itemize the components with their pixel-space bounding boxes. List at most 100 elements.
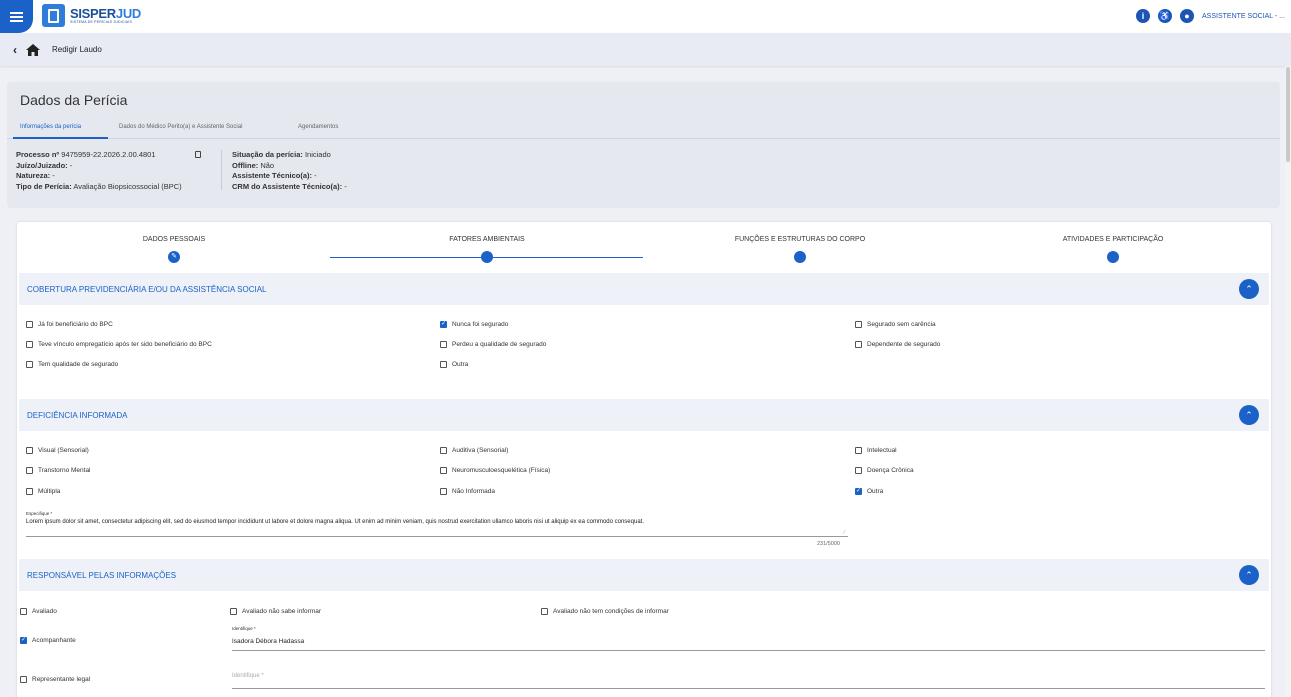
checkbox[interactable] xyxy=(855,341,862,348)
tab-dados-medico[interactable]: Dados do Médico Perito(a) e Assistente S… xyxy=(119,124,242,130)
panel-title: Dados da Perícia xyxy=(20,92,128,108)
checkbox-item[interactable]: Teve vínculo empregatício após ter sido … xyxy=(26,341,212,348)
step-dot-3[interactable] xyxy=(794,251,806,263)
checkbox-label: Outra xyxy=(867,488,884,495)
checkbox-item[interactable]: ✓ Outra xyxy=(855,488,883,495)
step-atividades[interactable]: ATIVIDADES E PARTICIPAÇÃO xyxy=(1013,236,1213,243)
step-dot-4[interactable] xyxy=(1107,251,1119,263)
checkbox[interactable] xyxy=(20,608,27,615)
checkbox-item[interactable]: Não Informada xyxy=(440,488,495,495)
accessibility-icon[interactable]: ♿ xyxy=(1158,9,1173,23)
checkbox[interactable] xyxy=(440,341,447,348)
divider xyxy=(221,150,222,190)
section-title: COBERTURA PREVIDENCIÁRIA E/OU DA ASSISTÊ… xyxy=(27,285,267,294)
checkbox-label: Doença Crônica xyxy=(867,467,914,474)
checkbox-item[interactable]: ✓ Nunca foi segurado xyxy=(440,321,508,328)
checkbox[interactable] xyxy=(541,608,548,615)
app-logo[interactable]: SISPERJUD SISTEMA DE PERÍCIAS JUDICIAIS xyxy=(42,4,141,27)
checkbox-item[interactable]: Avaliado não sabe informar xyxy=(230,608,321,615)
chevron-up-icon: ⌃ xyxy=(1245,283,1253,294)
section-deficiencia-header[interactable]: DEFICIÊNCIA INFORMADA ⌃ xyxy=(19,399,1269,431)
tab-agendamentos[interactable]: Agendamentos xyxy=(298,124,338,130)
checkbox-item[interactable]: Já foi beneficiário do BPC xyxy=(26,321,113,328)
checkbox[interactable] xyxy=(440,361,447,368)
checkbox[interactable] xyxy=(230,608,237,615)
checkbox-item[interactable]: Múltipla xyxy=(26,488,60,495)
collapse-button[interactable]: ⌃ xyxy=(1239,405,1259,425)
checkbox-label: Múltipla xyxy=(38,488,61,495)
info-label: Tipo de Perícia: xyxy=(16,181,72,191)
checkbox-item[interactable]: Perdeu a qualidade de segurado xyxy=(440,341,546,348)
step-dot-2[interactable] xyxy=(481,251,493,263)
scrollbar[interactable] xyxy=(1285,66,1291,697)
checkbox[interactable] xyxy=(26,467,33,474)
info-label: Situação da perícia: xyxy=(232,150,303,159)
checkbox-item[interactable]: Segurado sem carência xyxy=(855,321,936,328)
checkbox-item[interactable]: Intelectual xyxy=(855,447,897,454)
checkbox-item[interactable]: Avaliado não tem condições de informar xyxy=(541,608,669,615)
checkbox-item[interactable]: Auditiva (Sensorial) xyxy=(440,447,508,454)
step-dot-1[interactable]: ✎ xyxy=(168,251,180,263)
checkbox-item[interactable]: Transtorno Mental xyxy=(26,467,91,474)
field-placeholder: Identifique * xyxy=(232,673,264,679)
info-value: Iniciado xyxy=(302,150,331,159)
checkbox[interactable] xyxy=(855,321,862,328)
menu-button[interactable] xyxy=(0,0,33,33)
checkbox-item[interactable]: Representante legal xyxy=(20,676,90,683)
checkbox[interactable] xyxy=(855,467,862,474)
back-icon[interactable]: ‹ xyxy=(13,43,17,57)
info-value: Avaliação Biopsicossocial (BPC) xyxy=(71,181,182,191)
checkbox-item[interactable]: Outra xyxy=(440,361,468,368)
section-cobertura-header[interactable]: COBERTURA PREVIDENCIÁRIA E/OU DA ASSISTÊ… xyxy=(19,273,1269,305)
info-value: 9475959-22.2026.2.00.4801 xyxy=(59,150,156,159)
checkbox[interactable] xyxy=(26,361,33,368)
checkbox[interactable] xyxy=(440,447,447,454)
checkbox[interactable]: ✓ xyxy=(855,488,862,495)
home-icon[interactable] xyxy=(26,43,40,56)
checkbox-label: Auditiva (Sensorial) xyxy=(452,447,509,454)
identifique-input-empty[interactable]: Identifique * xyxy=(232,669,1265,689)
checkbox[interactable] xyxy=(440,467,447,474)
tab-informacoes[interactable]: Informações da perícia xyxy=(20,124,81,130)
checkbox[interactable] xyxy=(440,488,447,495)
copy-icon[interactable] xyxy=(195,151,201,158)
info-value: - xyxy=(312,171,317,180)
checkbox-item[interactable]: Dependente de segurado xyxy=(855,341,940,348)
resize-handle-icon[interactable]: ⟋ xyxy=(842,530,846,536)
section-responsavel-header[interactable]: RESPONSÁVEL PELAS INFORMAÇÕES ⌃ xyxy=(19,559,1269,591)
checkbox[interactable] xyxy=(26,447,33,454)
info-label: Processo nº xyxy=(16,150,60,159)
pencil-icon: ✎ xyxy=(171,253,177,260)
checkbox-item[interactable]: Tem qualidade de segurado xyxy=(26,361,118,368)
step-dados-pessoais[interactable]: DADOS PESSOAIS xyxy=(74,236,274,243)
checkbox-item[interactable]: Doença Crônica xyxy=(855,467,914,474)
checkbox-item[interactable]: Avaliado xyxy=(20,608,57,615)
checkbox[interactable] xyxy=(20,676,27,683)
checkbox-label: Perdeu a qualidade de segurado xyxy=(452,341,547,348)
step-funcoes-estruturas[interactable]: FUNÇÕES E ESTRUTURAS DO CORPO xyxy=(700,236,900,243)
identifique-input[interactable]: Identifique * Isadora Débora Hadassa xyxy=(232,626,1265,651)
checkbox[interactable] xyxy=(26,488,33,495)
info-left: Processo nº 9475959-22.2026.2.00.4801 Ju… xyxy=(16,150,182,192)
info-icon[interactable]: i xyxy=(1136,9,1151,23)
info-label: Assistente Técnico(a): xyxy=(232,171,313,180)
breadcrumb: ‹ Redigir Laudo xyxy=(0,33,1291,66)
user-name[interactable]: ASSISTENTE SOCIAL - ... xyxy=(1202,13,1285,20)
field-label: Especifique * xyxy=(26,511,53,516)
checkbox[interactable] xyxy=(26,321,33,328)
collapse-button[interactable]: ⌃ xyxy=(1239,279,1259,299)
checkbox-item[interactable]: ✓ Acompanhante xyxy=(20,637,76,644)
user-icon[interactable]: ● xyxy=(1180,9,1195,23)
collapse-button[interactable]: ⌃ xyxy=(1239,565,1259,585)
top-bar: SISPERJUD SISTEMA DE PERÍCIAS JUDICIAIS … xyxy=(0,0,1291,33)
checkbox[interactable]: ✓ xyxy=(20,637,27,644)
especifique-textarea[interactable]: Especifique * Lorem ipsum dolor sit amet… xyxy=(26,511,848,537)
checkbox[interactable] xyxy=(26,341,33,348)
checkbox[interactable]: ✓ xyxy=(440,321,447,328)
section-title: RESPONSÁVEL PELAS INFORMAÇÕES xyxy=(27,571,177,580)
step-fatores-ambientais[interactable]: FATORES AMBIENTAIS xyxy=(387,236,587,243)
checkbox-item[interactable]: Visual (Sensorial) xyxy=(26,447,89,454)
checkbox-item[interactable]: Neuromusculoesquelética (Física) xyxy=(440,467,550,474)
checkbox[interactable] xyxy=(855,447,862,454)
info-value: Não xyxy=(258,160,275,170)
